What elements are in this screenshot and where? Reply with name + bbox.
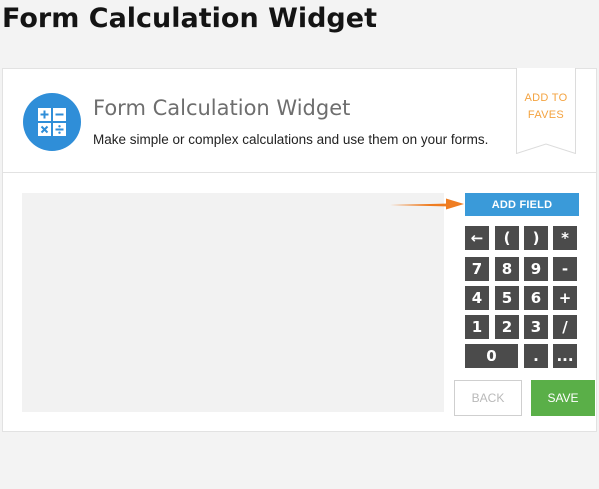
add-to-faves-label: ADD TO FAVES bbox=[516, 90, 576, 124]
key-8[interactable]: 8 bbox=[495, 257, 519, 281]
add-to-faves-button[interactable]: ADD TO FAVES bbox=[516, 68, 576, 154]
key-9[interactable]: 9 bbox=[524, 257, 548, 281]
more-key[interactable]: ... bbox=[553, 344, 577, 368]
close-paren-key[interactable]: ) bbox=[524, 226, 548, 250]
key-2[interactable]: 2 bbox=[495, 315, 519, 339]
key-0[interactable]: 0 bbox=[465, 344, 518, 368]
key-4[interactable]: 4 bbox=[465, 286, 489, 310]
key-1[interactable]: 1 bbox=[465, 315, 489, 339]
back-button[interactable]: BACK bbox=[454, 380, 522, 416]
plus-key[interactable]: + bbox=[553, 286, 577, 310]
add-to-faves-line2: FAVES bbox=[527, 109, 565, 121]
widget-title: Form Calculation Widget bbox=[93, 96, 351, 120]
arrow-icon bbox=[390, 198, 464, 210]
open-paren-key[interactable]: ( bbox=[495, 226, 519, 250]
add-to-faves-line1: ADD TO bbox=[524, 92, 568, 104]
divide-key[interactable]: / bbox=[553, 315, 577, 339]
page-title: Form Calculation Widget bbox=[2, 3, 377, 34]
multiply-key[interactable]: * bbox=[553, 226, 577, 250]
calculation-canvas[interactable] bbox=[22, 193, 444, 412]
widget-card: Form Calculation Widget Make simple or c… bbox=[2, 68, 597, 432]
key-3[interactable]: 3 bbox=[524, 315, 548, 339]
minus-key[interactable]: - bbox=[553, 257, 577, 281]
widget-description: Make simple or complex calculations and … bbox=[93, 132, 489, 147]
decimal-key[interactable]: . bbox=[524, 344, 548, 368]
key-7[interactable]: 7 bbox=[465, 257, 489, 281]
key-6[interactable]: 6 bbox=[524, 286, 548, 310]
backspace-key[interactable]: ← bbox=[465, 226, 489, 250]
save-button[interactable]: SAVE bbox=[531, 380, 595, 416]
key-5[interactable]: 5 bbox=[495, 286, 519, 310]
calculator-icon bbox=[23, 93, 81, 151]
widget-header: Form Calculation Widget Make simple or c… bbox=[3, 68, 596, 173]
add-field-button[interactable]: ADD FIELD bbox=[465, 193, 579, 216]
